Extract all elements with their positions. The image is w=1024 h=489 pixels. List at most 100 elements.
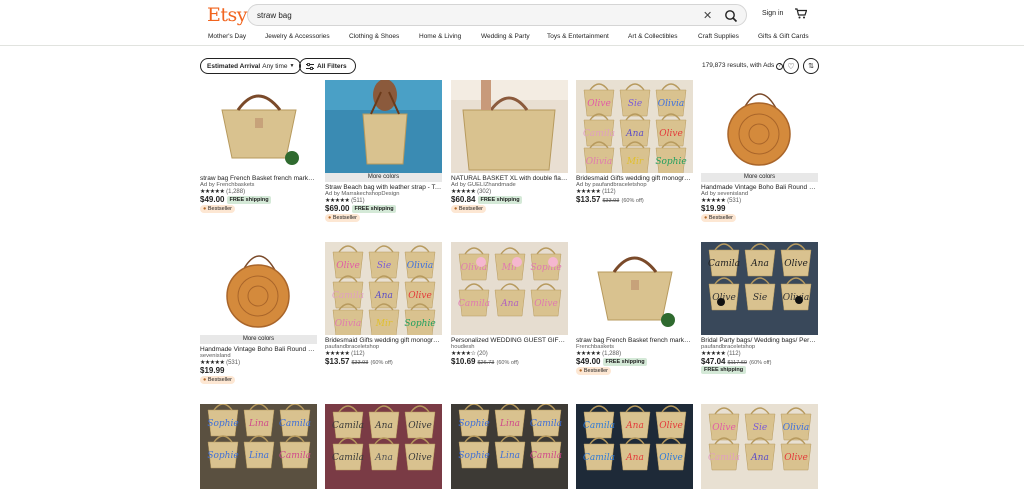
product-image[interactable] — [576, 242, 693, 335]
info-icon: ? — [776, 63, 784, 70]
product-image[interactable] — [200, 242, 317, 335]
more-colors-tag: More colors — [325, 173, 442, 182]
product-title[interactable]: Personalized WEDDING GUEST GIFT Bags — [451, 337, 568, 344]
nav-item[interactable]: Wedding & Party — [481, 33, 530, 40]
site-header: Etsy straw bag ✕ Sign in Mother's Day Jew… — [0, 0, 1024, 46]
product-info: straw bag French Basket french market ba… — [200, 175, 317, 213]
bestseller-badge: ● Bestseller — [325, 214, 361, 222]
etsy-logo[interactable]: Etsy — [207, 4, 248, 26]
svg-text:Ana: Ana — [625, 421, 644, 431]
product-rating: ★★★★★ (112) — [701, 350, 818, 357]
nav-item[interactable]: Jewelry & Accessories — [265, 33, 330, 40]
favorite-search-button[interactable]: ♡ — [783, 58, 799, 74]
product-image[interactable]: Olive Sie Olivia Camila Ana Olive Olivia Mir Sop… — [576, 80, 693, 173]
review-count: (531) — [226, 360, 241, 366]
price-value: $49.00 — [200, 195, 225, 204]
search-icon[interactable] — [723, 8, 739, 24]
nav-item[interactable]: Mother's Day — [208, 33, 246, 40]
svg-text:Sophie: Sophie — [207, 451, 238, 461]
heart-icon: ♡ — [787, 61, 795, 71]
svg-text:Ana: Ana — [625, 129, 644, 139]
product-title[interactable]: Handmade Vintage Boho Bali Round Rattan … — [200, 346, 317, 353]
nav-item[interactable]: Toys & Entertainment — [547, 33, 609, 40]
product-price: $10.69 $26.73 (60% off) — [451, 357, 568, 366]
svg-text:Sophie: Sophie — [458, 419, 489, 429]
all-filters-label: All Filters — [317, 62, 347, 70]
product-title[interactable]: Bridal Party bags/ Wedding bags/ Persona… — [701, 337, 818, 344]
svg-text:Olive: Olive — [712, 423, 736, 433]
svg-text:Olivia: Olivia — [783, 423, 809, 433]
original-price: $26.73 — [477, 360, 495, 366]
svg-text:Camila: Camila — [708, 259, 740, 269]
svg-text:Olive: Olive — [587, 99, 611, 109]
product-image[interactable]: CamilaAnaOliveOliveSieOlivia — [701, 242, 818, 335]
product-image[interactable]: Olivia Mir Sophie Camila Ana Olive — [451, 242, 568, 335]
product-rating: ★★★★★ (511) — [325, 197, 442, 204]
price-value: $19.99 — [701, 204, 726, 213]
cart-icon[interactable] — [795, 8, 807, 19]
all-filters-button[interactable]: All Filters — [299, 58, 356, 74]
signin-link[interactable]: Sign in — [762, 10, 783, 17]
bestseller-badge: ● Bestseller — [576, 367, 612, 375]
original-price: $33.93 — [351, 360, 369, 366]
search-bar[interactable]: straw bag ✕ — [247, 4, 747, 26]
nav-item[interactable]: Clothing & Shoes — [349, 33, 399, 40]
product-price: $13.57 $33.93 (60% off) — [576, 195, 693, 204]
product-image[interactable] — [325, 80, 442, 173]
clear-search-icon[interactable]: ✕ — [703, 9, 712, 22]
discount: (60% off) — [370, 360, 393, 366]
product-image[interactable] — [451, 80, 568, 173]
product-info: Bridal Party bags/ Wedding bags/ Persona… — [701, 337, 818, 374]
svg-text:Ana: Ana — [625, 453, 644, 463]
svg-text:Olive: Olive — [534, 299, 558, 309]
product-rating: ★★★★★ (1,288) — [200, 188, 317, 195]
original-price: $33.93 — [602, 198, 620, 204]
nav-item[interactable]: Home & Living — [419, 33, 461, 40]
product-title[interactable]: straw bag French Basket french market ba… — [576, 337, 693, 344]
product-title[interactable]: Bridesmaid Gifts wedding gift monogram b… — [576, 175, 693, 182]
product-image[interactable]: Sophie Lina Camila Sophie Lina Camila — [451, 404, 568, 489]
sort-button[interactable]: ⇅ — [803, 58, 819, 74]
product-title[interactable]: NATURAL BASKET XL with double flat handl… — [451, 175, 568, 182]
product-price: $13.57 $33.93 (60% off) — [325, 357, 442, 366]
free-shipping-badge: FREE shipping — [227, 195, 271, 204]
product-title[interactable]: Straw Beach bag with leather strap - Tot… — [325, 184, 442, 191]
svg-text:Sophie: Sophie — [458, 451, 489, 461]
product-rating: ★★★★★ (531) — [701, 197, 818, 204]
price-value: $19.99 — [200, 366, 225, 375]
product-title[interactable]: straw bag French Basket french market ba… — [200, 175, 317, 182]
svg-text:Sie: Sie — [377, 261, 391, 271]
nav-item[interactable]: Art & Collectibles — [628, 33, 678, 40]
svg-text:Lina: Lina — [248, 451, 269, 461]
price-value: $49.00 — [576, 357, 601, 366]
price-value: $10.69 — [451, 357, 476, 366]
nav-item[interactable]: Gifts & Gift Cards — [758, 33, 809, 40]
bestseller-badge: ● Bestseller — [200, 376, 236, 384]
svg-text:Camila: Camila — [708, 453, 740, 463]
product-title[interactable]: Handmade Vintage Boho Bali Round Rattan … — [701, 184, 818, 191]
search-input[interactable]: straw bag — [257, 11, 292, 20]
product-image[interactable]: Olive Sie Olivia Camila Ana Olive — [701, 404, 818, 489]
nav-item[interactable]: Craft Supplies — [698, 33, 739, 40]
product-image[interactable]: Sophie Lina Camila Sophie Lina Camila — [200, 404, 317, 489]
bestseller-icon: ● — [328, 215, 332, 221]
filter-icon — [306, 62, 314, 70]
product-price: $69.00 FREE shipping — [325, 204, 442, 213]
svg-text:Camila: Camila — [530, 451, 562, 461]
svg-text:Camila: Camila — [332, 421, 364, 431]
product-price: $47.04 $117.60 (60% off) — [701, 357, 818, 366]
product-title[interactable]: Bridesmaid Gifts wedding gift monogram b… — [325, 337, 442, 344]
results-count: 179,873 results, with Ads ? — [702, 62, 784, 70]
product-image[interactable]: Olive Sie Olivia Camila Ana Olive Olivia Mir Sop… — [325, 242, 442, 335]
sort-icon: ⇅ — [808, 63, 814, 70]
product-rating: ★★★★★ (112) — [325, 350, 442, 357]
svg-text:Ana: Ana — [374, 453, 393, 463]
more-colors-tag: More colors — [701, 173, 818, 182]
estimated-arrival-filter[interactable]: Estimated Arrival Any time ▼ — [200, 58, 302, 74]
svg-text:Olivia: Olivia — [407, 261, 433, 271]
svg-text:Sie: Sie — [753, 293, 767, 303]
product-image[interactable] — [701, 80, 818, 173]
product-image[interactable] — [200, 80, 317, 173]
product-image[interactable]: Camila Ana Olive Camila Ana Olive — [325, 404, 442, 489]
product-image[interactable]: Camila Ana Olive Camila Ana Olive — [576, 404, 693, 489]
